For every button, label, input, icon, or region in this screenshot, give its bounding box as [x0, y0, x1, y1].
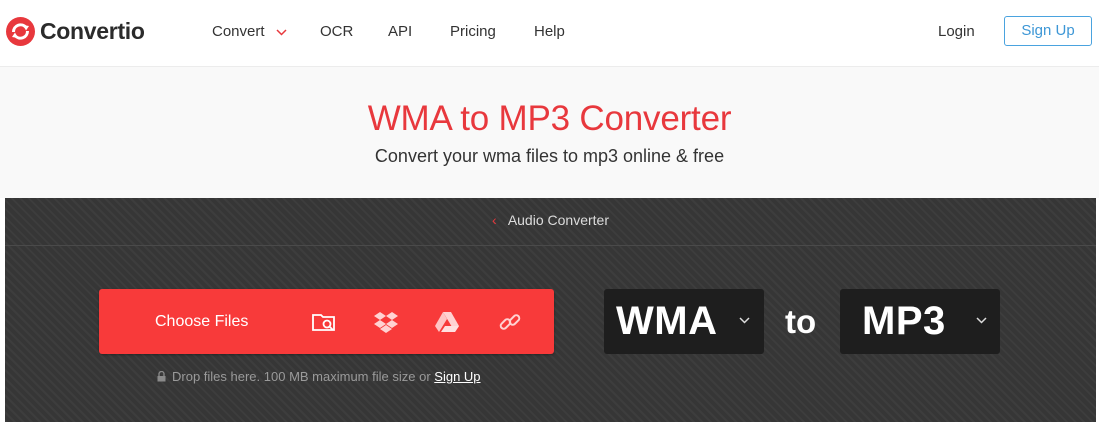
chevron-down-icon: [739, 317, 750, 324]
choose-files-button[interactable]: Choose Files: [99, 289, 554, 354]
dropbox-icon[interactable]: [373, 309, 399, 335]
nav-convert[interactable]: Convert: [212, 23, 287, 40]
drop-hint-text: Drop files here. 100 MB maximum file siz…: [172, 369, 431, 384]
nav-pricing[interactable]: Pricing: [450, 23, 496, 40]
chevron-down-icon: [276, 29, 287, 36]
choose-files-label: Choose Files: [155, 313, 249, 330]
chevron-left-icon: ‹: [492, 212, 497, 228]
breadcrumb[interactable]: ‹ Audio Converter: [5, 198, 1096, 246]
converter-panel: ‹ Audio Converter Choose Files Drop file…: [5, 198, 1096, 422]
page-subtitle: Convert your wma files to mp3 online & f…: [374, 146, 725, 166]
chevron-down-icon: [976, 317, 987, 324]
page-title: WMA to MP3 Converter: [367, 99, 732, 138]
google-drive-icon[interactable]: [434, 309, 460, 335]
folder-search-icon[interactable]: [311, 309, 337, 335]
logo[interactable]: Convertio: [6, 17, 145, 46]
signup-button[interactable]: Sign Up: [1004, 16, 1092, 46]
nav-convert-label: Convert: [212, 23, 265, 40]
link-icon[interactable]: [497, 309, 523, 335]
to-label: to: [785, 303, 817, 340]
to-format-select[interactable]: MP3: [840, 289, 1000, 354]
hero-section: WMA to MP3 Converter Convert your wma fi…: [0, 67, 1099, 198]
top-header: Convertio Convert OCR API Pricing Help L…: [0, 0, 1099, 67]
from-format-value: WMA: [616, 299, 718, 343]
nav-ocr[interactable]: OCR: [320, 23, 353, 40]
drop-hint: Drop files here. 100 MB maximum file siz…: [157, 369, 481, 384]
logo-icon: [6, 17, 35, 46]
to-format-value: MP3: [862, 299, 946, 343]
nav-api[interactable]: API: [388, 23, 412, 40]
breadcrumb-label: Audio Converter: [507, 212, 609, 228]
login-link[interactable]: Login: [938, 23, 975, 40]
drop-hint-signup-link[interactable]: Sign Up: [434, 369, 480, 384]
nav-help[interactable]: Help: [534, 23, 565, 40]
from-format-select[interactable]: WMA: [604, 289, 764, 354]
logo-text: Convertio: [40, 18, 145, 44]
lock-icon: [157, 371, 166, 382]
